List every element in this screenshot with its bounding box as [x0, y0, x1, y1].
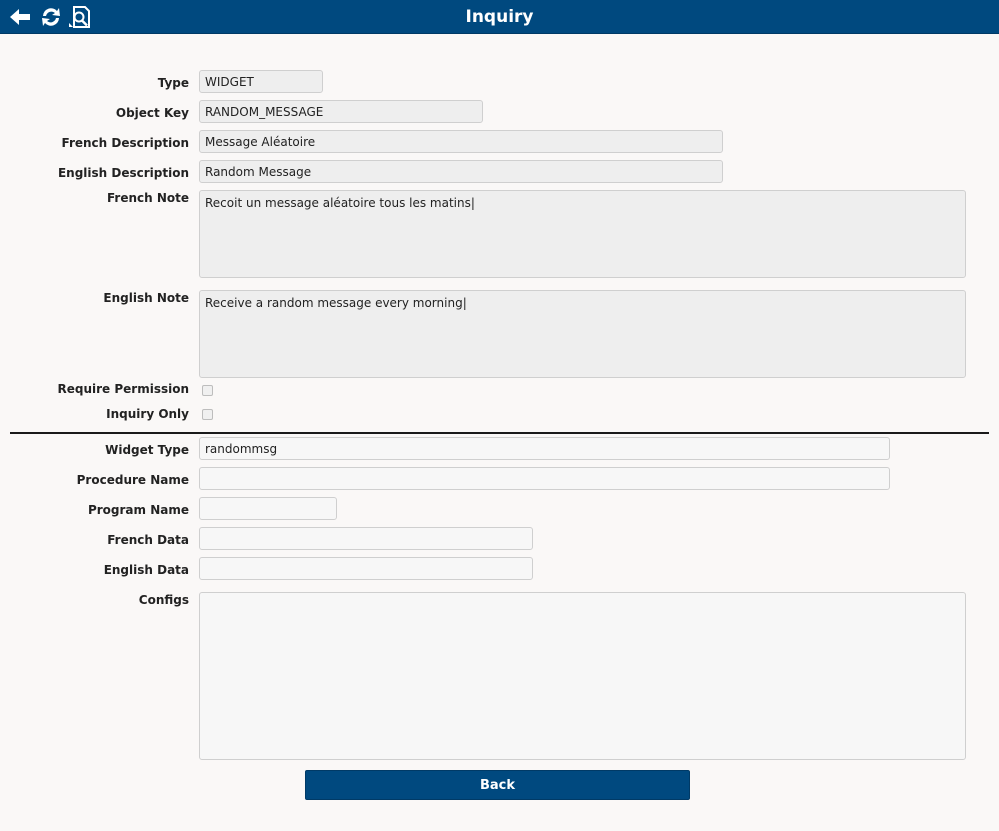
english-note-textarea[interactable]: Receive a random message every morning|	[199, 290, 966, 378]
title-bar: Inquiry	[0, 0, 999, 34]
procedure-name-label: Procedure Name	[76, 473, 189, 487]
english-data-field[interactable]	[199, 557, 533, 580]
french-data-field[interactable]	[199, 527, 533, 550]
require-permission-checkbox[interactable]	[202, 385, 213, 396]
english-description-label: English Description	[57, 166, 189, 180]
widget-type-label: Widget Type	[105, 443, 189, 457]
widget-type-field[interactable]	[199, 437, 890, 460]
program-name-field[interactable]	[199, 497, 337, 520]
object-key-label: Object Key	[115, 106, 189, 120]
french-note-textarea[interactable]: Recoit un message aléatoire tous les mat…	[199, 190, 966, 278]
page-title: Inquiry	[465, 7, 534, 27]
type-label: Type	[157, 76, 189, 90]
require-permission-label: Require Permission	[57, 382, 189, 396]
back-button[interactable]: Back	[305, 770, 690, 800]
configs-textarea[interactable]	[199, 592, 966, 760]
inquiry-only-checkbox[interactable]	[202, 409, 213, 420]
french-description-label: French Description	[61, 136, 189, 150]
inquiry-only-label: Inquiry Only	[106, 407, 189, 421]
object-key-field[interactable]	[199, 100, 483, 123]
procedure-name-field[interactable]	[199, 467, 890, 490]
english-data-label: English Data	[103, 563, 189, 577]
french-description-field[interactable]	[199, 130, 723, 153]
french-note-label: French Note	[106, 191, 189, 205]
section-divider	[10, 432, 989, 434]
english-description-field[interactable]	[199, 160, 723, 183]
english-note-label: English Note	[103, 291, 189, 305]
type-field[interactable]	[199, 70, 323, 93]
configs-label: Configs	[138, 593, 189, 607]
program-name-label: Program Name	[87, 503, 189, 517]
french-data-label: French Data	[107, 533, 189, 547]
